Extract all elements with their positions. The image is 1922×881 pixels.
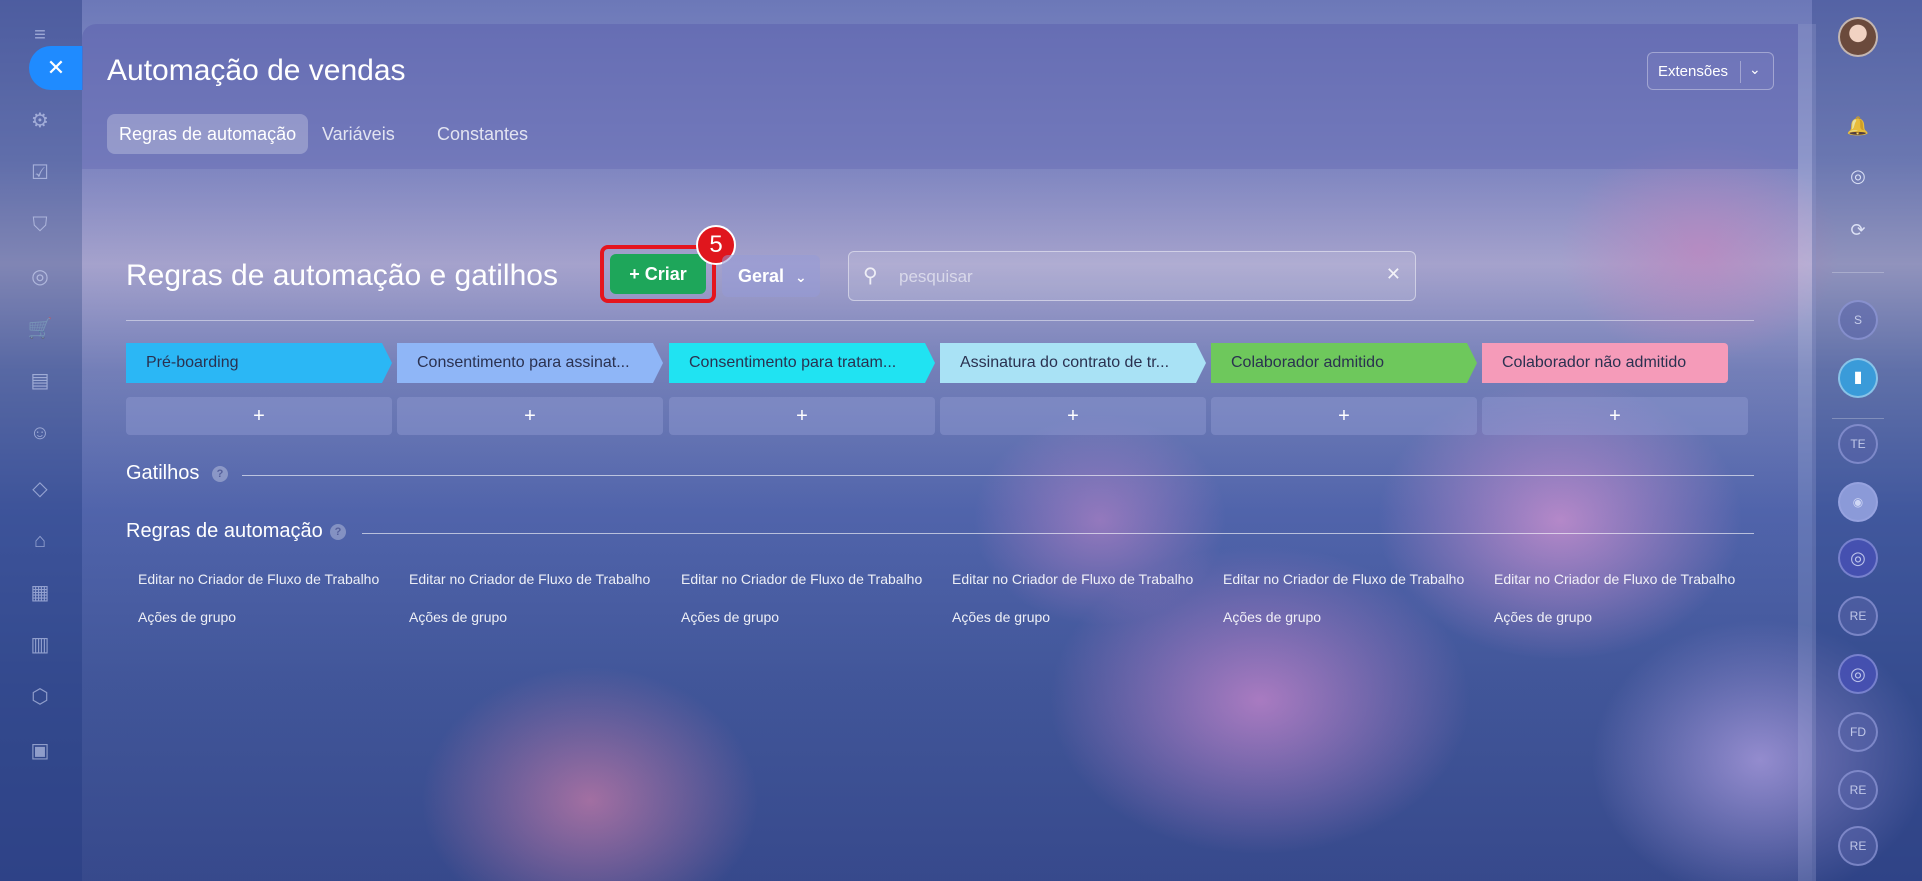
- rail-divider: [1832, 418, 1884, 419]
- stage-pre-boarding[interactable]: Pré-boarding: [126, 343, 392, 383]
- chat-group-icon[interactable]: ◎: [1838, 538, 1878, 578]
- edit-workflow-link[interactable]: Editar no Criador de Fluxo de Trabalho: [409, 571, 650, 587]
- calendar-icon[interactable]: ▦: [27, 580, 53, 606]
- chat-avatar[interactable]: RE: [1838, 826, 1878, 866]
- page-title: Automação de vendas: [107, 54, 406, 87]
- chat-avatar[interactable]: TE: [1838, 424, 1878, 464]
- close-icon: ✕: [46, 55, 66, 80]
- stage-not-hired[interactable]: Colaborador não admitido: [1482, 343, 1728, 383]
- target-icon[interactable]: ◎: [27, 264, 53, 290]
- tasks-icon[interactable]: ☑: [27, 160, 53, 186]
- search-input[interactable]: [899, 264, 1369, 290]
- search-icon: ⚲: [863, 265, 878, 287]
- add-button[interactable]: +: [669, 397, 935, 435]
- tab-automation-rules[interactable]: Regras de automação: [107, 114, 309, 154]
- add-button[interactable]: +: [126, 397, 392, 435]
- chat-avatar-image[interactable]: ◉: [1838, 482, 1878, 522]
- stage-consent-treatment[interactable]: Consentimento para tratam...: [669, 343, 935, 383]
- edit-workflow-link[interactable]: Editar no Criador de Fluxo de Trabalho: [952, 571, 1193, 587]
- add-button[interactable]: +: [1482, 397, 1748, 435]
- chat-avatar[interactable]: FD: [1838, 712, 1878, 752]
- bell-icon[interactable]: 🔔: [1840, 108, 1876, 144]
- panel-content: Regras de automação e gatilhos + Criar 5…: [82, 169, 1798, 881]
- edit-workflow-link[interactable]: Editar no Criador de Fluxo de Trabalho: [138, 571, 379, 587]
- sync-icon[interactable]: ⟳: [1840, 212, 1876, 248]
- group-actions-link[interactable]: Ações de grupo: [1494, 609, 1592, 625]
- add-button[interactable]: +: [397, 397, 663, 435]
- group-actions-link[interactable]: Ações de grupo: [138, 609, 236, 625]
- section-title: Regras de automação e gatilhos: [126, 259, 558, 292]
- chat-avatar[interactable]: RE: [1838, 770, 1878, 810]
- panel-header: Automação de vendas Extensões ⌄ Regras d…: [82, 24, 1798, 169]
- rail-divider: [1832, 272, 1884, 273]
- clear-icon[interactable]: ✕: [1386, 264, 1401, 285]
- chevron-down-icon: ⌄: [795, 269, 807, 285]
- chart-icon[interactable]: ▥: [27, 632, 53, 658]
- group-actions-link[interactable]: Ações de grupo: [681, 609, 779, 625]
- divider: [126, 320, 1754, 321]
- edit-workflow-link[interactable]: Editar no Criador de Fluxo de Trabalho: [681, 571, 922, 587]
- stage-contract-signature[interactable]: Assinatura do contrato de tr...: [940, 343, 1206, 383]
- target-icon[interactable]: ◎: [1840, 158, 1876, 194]
- chat-group-icon[interactable]: ◎: [1838, 654, 1878, 694]
- rules-title: Regras de automação: [126, 520, 323, 542]
- divider: [362, 533, 1754, 534]
- cube-icon[interactable]: ◇: [27, 476, 53, 502]
- help-icon[interactable]: ?: [330, 524, 346, 540]
- stage-hired[interactable]: Colaborador admitido: [1211, 343, 1477, 383]
- divider: [242, 475, 1754, 476]
- robot-icon[interactable]: ☺: [27, 420, 53, 446]
- create-button[interactable]: + Criar: [610, 254, 706, 294]
- close-button[interactable]: ✕: [29, 46, 83, 90]
- filter-icon[interactable]: ⛉: [27, 212, 53, 238]
- group-actions-link[interactable]: Ações de grupo: [1223, 609, 1321, 625]
- extensions-button[interactable]: Extensões ⌄: [1647, 52, 1774, 90]
- tab-variables[interactable]: Variáveis: [310, 114, 407, 154]
- bookmark-icon[interactable]: ▮: [1838, 358, 1878, 398]
- group-actions-link[interactable]: Ações de grupo: [952, 609, 1050, 625]
- edit-workflow-link[interactable]: Editar no Criador de Fluxo de Trabalho: [1494, 571, 1735, 587]
- group-actions-link[interactable]: Ações de grupo: [409, 609, 507, 625]
- automation-panel: Automação de vendas Extensões ⌄ Regras d…: [82, 24, 1815, 881]
- add-button[interactable]: +: [940, 397, 1206, 435]
- search-box[interactable]: ⚲ ✕: [848, 251, 1416, 301]
- stage-consent-signature[interactable]: Consentimento para assinat...: [397, 343, 663, 383]
- geral-label: Geral: [738, 266, 785, 286]
- workflow-icon[interactable]: ⚙: [27, 108, 53, 134]
- add-button[interactable]: +: [1211, 397, 1477, 435]
- menu-icon[interactable]: ≡: [27, 22, 53, 48]
- edit-workflow-link[interactable]: Editar no Criador de Fluxo de Trabalho: [1223, 571, 1464, 587]
- tab-constants[interactable]: Constantes: [425, 114, 540, 154]
- user-avatar[interactable]: [1838, 17, 1878, 57]
- app-icon[interactable]: ▣: [27, 738, 53, 764]
- settings-icon[interactable]: ⬡: [27, 684, 53, 710]
- triggers-title: Gatilhos: [126, 462, 200, 484]
- card-icon[interactable]: ▤: [27, 368, 53, 394]
- geral-dropdown[interactable]: Geral ⌄: [722, 255, 820, 297]
- cart-icon[interactable]: 🛒: [27, 316, 53, 342]
- left-nav-rail: ≡ ⚙ ☑ ⛉ ◎ 🛒 ▤ ☺ ◇ ⌂ ▦ ▥ ⬡ ▣: [0, 0, 82, 881]
- chevron-down-icon[interactable]: ⌄: [1749, 61, 1761, 78]
- chat-avatar[interactable]: RE: [1838, 596, 1878, 636]
- extensions-label: Extensões: [1658, 63, 1729, 80]
- divider: [1740, 61, 1741, 83]
- stage-row: Pré-boarding Consentimento para assinat.…: [126, 343, 1766, 383]
- store-icon[interactable]: ⌂: [27, 528, 53, 554]
- chat-avatar[interactable]: S: [1838, 300, 1878, 340]
- help-icon[interactable]: ?: [212, 466, 228, 482]
